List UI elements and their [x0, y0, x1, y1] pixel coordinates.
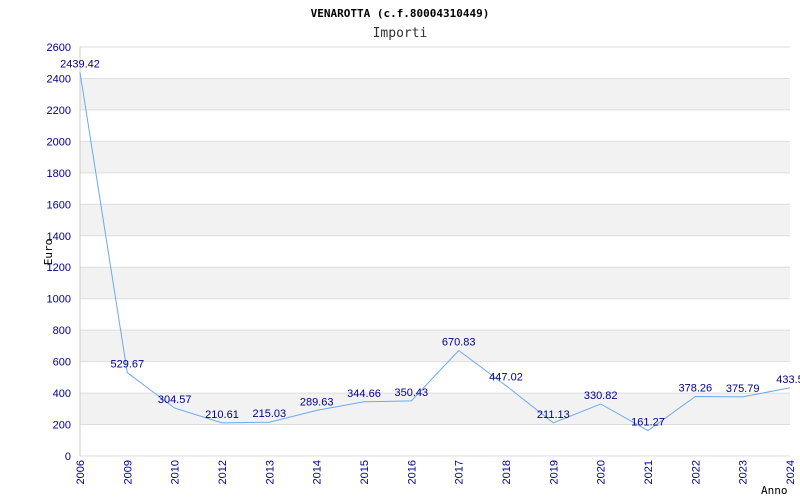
y-tick-label: 1600	[47, 199, 71, 211]
x-tick-label: 2010	[170, 460, 182, 484]
x-tick-label: 2024	[785, 460, 797, 484]
data-label: 670.83	[442, 336, 476, 348]
x-tick-label: 2023	[738, 460, 750, 484]
data-label: 433.5	[776, 374, 800, 386]
x-tick-label: 2022	[690, 460, 702, 484]
data-label: 375.79	[726, 383, 760, 395]
y-axis-label: Euro	[42, 239, 55, 266]
y-tick-label: 2600	[47, 42, 71, 54]
data-label: 2439.42	[60, 58, 100, 70]
grid-band	[80, 330, 790, 362]
grid-band	[80, 141, 790, 173]
x-tick-label: 2015	[359, 460, 371, 484]
y-tick-label: 1800	[47, 168, 71, 180]
data-label: 330.82	[584, 390, 618, 402]
y-tick-label: 600	[53, 357, 71, 369]
x-tick-label: 2016	[406, 460, 418, 484]
y-tick-label: 2400	[47, 73, 71, 85]
series-line-group	[79, 72, 791, 432]
y-tick-label: 1000	[47, 294, 71, 306]
data-label: 289.63	[300, 396, 334, 408]
x-axis: 2006 2009 2010 2012 2013 2014 2015 2016 2017 2018…	[75, 460, 797, 484]
x-tick-label: 2021	[643, 460, 655, 484]
data-label: 210.61	[205, 409, 239, 421]
x-tick-label: 2014	[312, 460, 324, 484]
x-tick-label: 2018	[501, 460, 513, 484]
data-labels: 2439.42 529.67 304.57 210.61 215.03 289.63 344…	[60, 58, 800, 428]
chart-title: VENAROTTA (c.f.80004310449)	[311, 7, 490, 20]
data-label: 350.43	[395, 387, 429, 399]
x-tick-label: 2019	[548, 460, 560, 484]
grid-band	[80, 78, 790, 110]
x-axis-label: Anno	[761, 484, 788, 497]
x-tick-label: 2012	[217, 460, 229, 484]
data-label: 378.26	[679, 382, 713, 394]
y-tick-label: 0	[65, 451, 71, 463]
grid-bands	[80, 78, 790, 425]
y-tick-label: 800	[53, 325, 71, 337]
data-label: 447.02	[489, 372, 523, 384]
x-tick-label: 2006	[75, 460, 87, 484]
x-tick-label: 2020	[596, 460, 608, 484]
y-tick-label: 400	[53, 388, 71, 400]
data-label: 344.66	[347, 388, 381, 400]
grid-band	[80, 267, 790, 299]
series-line	[79, 72, 791, 432]
line-chart: 0200400600800100012001400160018002000220…	[42, 7, 800, 497]
x-tick-label: 2017	[454, 460, 466, 484]
y-tick-label: 2200	[47, 105, 71, 117]
data-label: 211.13	[537, 409, 570, 421]
data-label: 161.27	[631, 417, 665, 429]
y-tick-label: 2000	[47, 136, 71, 148]
grid-band	[80, 204, 790, 236]
x-tick-label: 2009	[122, 460, 134, 484]
x-tick-label: 2013	[264, 460, 276, 484]
data-label: 304.57	[158, 394, 192, 406]
data-label: 215.03	[253, 408, 287, 420]
chart-subtitle: Importi	[373, 26, 428, 41]
y-tick-label: 200	[53, 420, 71, 432]
data-label: 529.67	[111, 359, 145, 371]
